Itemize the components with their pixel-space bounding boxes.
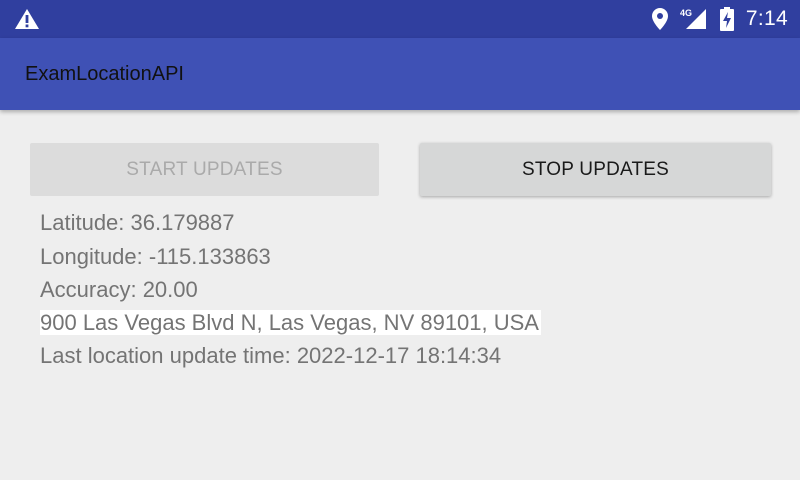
location-pin-icon xyxy=(651,8,668,30)
latitude-text: Latitude: 36.179887 xyxy=(40,210,235,235)
network-type-label: 4G xyxy=(680,8,692,18)
longitude-text: Longitude: -115.133863 xyxy=(40,244,271,269)
signal-4g-icon: 4G xyxy=(680,8,706,29)
address-text: 900 Las Vegas Blvd N, Las Vegas, NV 8910… xyxy=(40,310,541,335)
battery-charging-icon xyxy=(719,7,734,31)
accuracy-text: Accuracy: 20.00 xyxy=(40,277,198,302)
last-update-time-text: Last location update time: 2022-12-17 18… xyxy=(40,343,502,368)
stop-updates-button[interactable]: STOP UPDATES xyxy=(420,143,771,196)
warning-icon xyxy=(15,9,39,29)
address-line: 900 Las Vegas Blvd N, Las Vegas, NV 8910… xyxy=(40,309,541,337)
app-toolbar: ExamLocationAPI xyxy=(0,38,800,110)
start-updates-button[interactable]: START UPDATES xyxy=(30,143,379,196)
status-bar: 4G 7:14 xyxy=(0,0,800,38)
status-clock: 7:14 xyxy=(745,7,788,30)
app-title: ExamLocationAPI xyxy=(25,63,184,85)
